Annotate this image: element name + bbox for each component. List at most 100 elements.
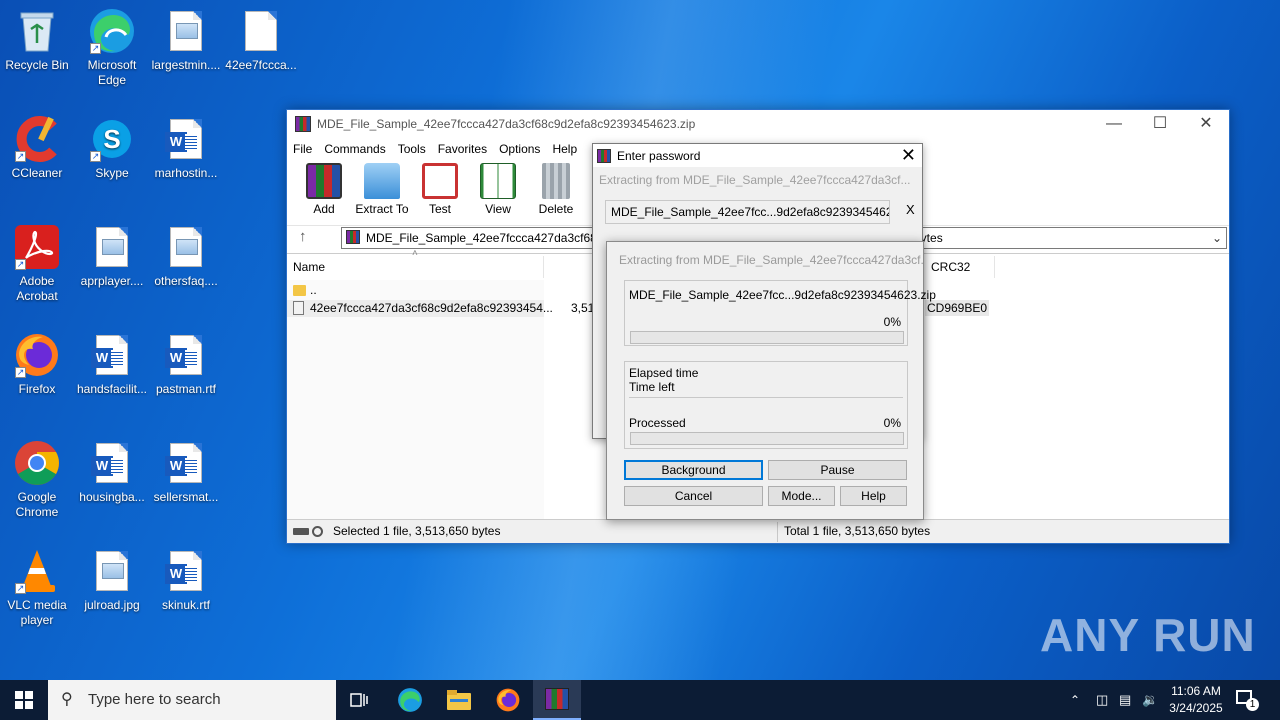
menu-help[interactable]: Help — [546, 139, 583, 159]
file-progress-bar — [630, 331, 904, 344]
shortcut-arrow-icon: ↗ — [15, 583, 26, 594]
desktop-icon-label: sellersmat... — [153, 490, 219, 504]
view-button[interactable]: View — [469, 163, 527, 216]
desktop-icon-aprplayer[interactable]: aprplayer.... — [75, 224, 149, 289]
skype-icon: S ↗ — [88, 116, 136, 162]
desktop-icon-label: Microsoft Edge — [87, 58, 137, 87]
column-crc32[interactable]: CRC32 — [925, 256, 995, 278]
desktop-icon-adobe-acrobat[interactable]: ↗ Adobe Acrobat — [0, 224, 74, 304]
desktop-icon-vlc[interactable]: ↗ VLC media player — [0, 548, 74, 628]
desktop-icon-skinuk[interactable]: W skinuk.rtf — [149, 548, 223, 613]
mode-button[interactable]: Mode... — [768, 486, 835, 506]
clock[interactable]: 11:06 AM 3/24/2025 — [1164, 683, 1228, 717]
windows-logo-icon — [15, 691, 33, 709]
menu-file[interactable]: File — [287, 139, 318, 159]
shortcut-arrow-icon: ↗ — [15, 259, 26, 270]
network-icon[interactable]: ▤ — [1119, 680, 1131, 720]
desktop-icon-ccleaner[interactable]: ↗ CCleaner — [0, 116, 74, 181]
clock-date: 3/24/2025 — [1169, 701, 1223, 715]
chevron-down-icon[interactable]: ⌄ — [1212, 228, 1222, 248]
desktop-icon-label: housingba... — [79, 490, 145, 504]
word-document-icon: W — [162, 116, 210, 162]
desktop-icon-handsfacilit[interactable]: W handsfacilit... — [75, 332, 149, 397]
task-view-button[interactable] — [336, 680, 384, 720]
edge-icon — [398, 688, 422, 712]
desktop-icon-pastman[interactable]: W pastman.rtf — [149, 332, 223, 397]
notification-center-button[interactable]: 1 — [1236, 690, 1259, 711]
up-arrow-icon[interactable]: ↑ — [299, 228, 307, 245]
desktop-icon-label: marhostin... — [154, 166, 218, 180]
acrobat-icon: ↗ — [13, 224, 61, 270]
extraction-dialog-title: Extracting from MDE_File_Sample_42ee7fcc… — [619, 253, 923, 267]
desktop-icon-label: 42ee7fccca... — [225, 58, 297, 72]
cancel-button[interactable]: Cancel — [624, 486, 763, 506]
desktop-icon-housingba[interactable]: W housingba... — [75, 440, 149, 505]
desktop-icon-othersfaq[interactable]: othersfaq.... — [149, 224, 223, 289]
drive-icon — [293, 528, 309, 535]
test-checklist-icon — [422, 163, 458, 199]
desktop-icon-label: CCleaner — [11, 166, 63, 180]
desktop-icon-label: aprplayer.... — [80, 274, 144, 288]
delete-button[interactable]: Delete — [527, 163, 585, 216]
winrar-titlebar: MDE_File_Sample_42ee7fccca427da3cf68c9d2… — [287, 110, 1229, 138]
menubar: File Commands Tools Favorites Options He… — [287, 139, 583, 159]
desktop-icon-label: julroad.jpg — [84, 598, 140, 612]
desktop-icon-julroad[interactable]: julroad.jpg — [75, 548, 149, 613]
defender-icon[interactable]: ◫ — [1096, 680, 1108, 720]
desktop-icon-label: VLC media player — [7, 598, 67, 627]
blank-file-icon — [237, 8, 285, 54]
menu-commands[interactable]: Commands — [318, 139, 391, 159]
file-explorer-icon — [447, 690, 471, 710]
firefox-icon — [496, 688, 520, 712]
search-icon: ⚲ — [61, 691, 73, 708]
background-button[interactable]: Background — [624, 460, 763, 480]
desktop-icon-42ee7fccca[interactable]: 42ee7fccca... — [224, 8, 298, 73]
desktop-icon-firefox[interactable]: ↗ Firefox — [0, 332, 74, 397]
start-button[interactable] — [0, 680, 48, 720]
add-archive-icon — [306, 163, 342, 199]
word-document-icon: W — [162, 440, 210, 486]
desktop-icon-edge[interactable]: ↗ Microsoft Edge — [75, 8, 149, 88]
password-dialog-cancel-x[interactable]: X — [906, 202, 915, 217]
desktop-icon-skype[interactable]: S ↗ Skype — [75, 116, 149, 181]
taskbar-file-explorer[interactable] — [435, 680, 483, 720]
taskbar-firefox[interactable] — [484, 680, 532, 720]
menu-tools[interactable]: Tools — [392, 139, 432, 159]
extract-to-button[interactable]: Extract To — [353, 163, 411, 216]
list-item[interactable]: .. — [293, 282, 317, 298]
delete-trash-icon — [542, 163, 570, 199]
menu-favorites[interactable]: Favorites — [432, 139, 493, 159]
desktop-icon-largestmin[interactable]: largestmin.... — [149, 8, 223, 73]
pause-button[interactable]: Pause — [768, 460, 907, 480]
test-button[interactable]: Test — [411, 163, 469, 216]
desktop-icon-recycle-bin[interactable]: Recycle Bin — [0, 8, 74, 73]
taskbar-winrar[interactable] — [533, 680, 581, 720]
winrar-title: MDE_File_Sample_42ee7fccca427da3cf68c9d2… — [317, 117, 696, 131]
word-document-icon: W — [162, 548, 210, 594]
desktop-icon-label: Firefox — [18, 382, 56, 396]
help-button[interactable]: Help — [840, 486, 907, 506]
menu-options[interactable]: Options — [493, 139, 546, 159]
desktop-icon-label: Skype — [95, 166, 129, 180]
image-file-icon — [162, 8, 210, 54]
word-document-icon: W — [162, 332, 210, 378]
image-file-icon — [88, 224, 136, 270]
chevron-up-icon[interactable]: ⌃ — [1070, 680, 1080, 720]
desktop-icon-google-chrome[interactable]: Google Chrome — [0, 440, 74, 520]
taskbar-edge[interactable] — [386, 680, 434, 720]
volume-icon[interactable]: 🔉 — [1142, 680, 1158, 720]
desktop-icon-label: largestmin.... — [151, 58, 221, 72]
desktop-icon-marhostin[interactable]: W marhostin... — [149, 116, 223, 181]
minimize-button[interactable]: — — [1091, 110, 1137, 138]
task-view-icon — [350, 693, 368, 707]
column-name[interactable]: Name — [287, 256, 544, 278]
firefox-icon: ↗ — [13, 332, 61, 378]
notification-badge: 1 — [1246, 698, 1259, 711]
status-selected: Selected 1 file, 3,513,650 bytes — [333, 524, 501, 538]
close-button[interactable]: ✕ — [1183, 110, 1229, 138]
close-icon[interactable]: ✕ — [901, 145, 916, 166]
add-button[interactable]: Add — [295, 163, 353, 216]
desktop-icon-sellersmat[interactable]: W sellersmat... — [149, 440, 223, 505]
maximize-button[interactable]: ☐ — [1137, 110, 1183, 138]
taskbar-search-box[interactable]: ⚲ Type here to search — [48, 680, 336, 720]
